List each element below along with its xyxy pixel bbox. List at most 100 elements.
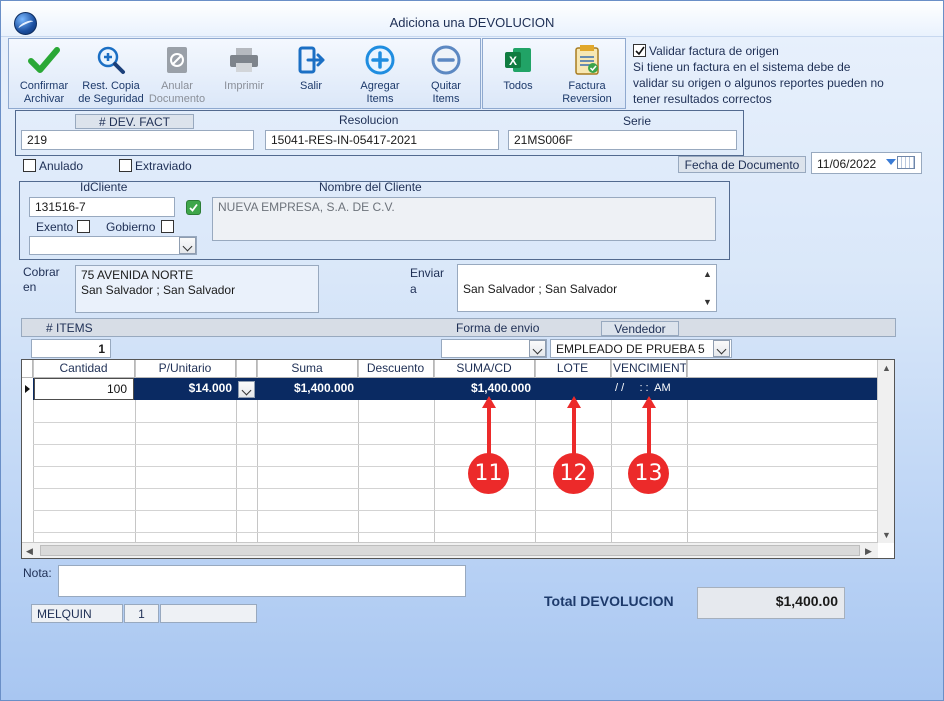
cell-cantidad[interactable]: 100 xyxy=(34,378,134,400)
scroll-down-icon[interactable]: ▼ xyxy=(882,530,891,540)
add-items-button[interactable]: Agregar Items xyxy=(349,39,411,108)
cobrar-label: Cobrar en xyxy=(23,265,60,294)
validate-invoice-checkbox[interactable] xyxy=(633,44,646,57)
col-suma[interactable]: Suma xyxy=(257,360,358,378)
price-dropdown-icon[interactable] xyxy=(238,381,255,398)
restore-label: Rest. Copia de Seguridad xyxy=(78,80,144,105)
calendar-icon[interactable] xyxy=(897,156,915,169)
resolucion-field[interactable]: 15041-RES-IN-05417-2021 xyxy=(265,130,499,150)
scroll-up-icon[interactable]: ▲ xyxy=(703,269,712,279)
client-name-label: Nombre del Cliente xyxy=(319,180,422,194)
excel-icon: X xyxy=(502,45,534,75)
marker-11: 11 xyxy=(468,453,509,494)
vendedor-select[interactable]: EMPLEADO DE PRUEBA 5 xyxy=(550,339,732,358)
scroll-down-icon[interactable]: ▼ xyxy=(703,297,712,307)
resolucion-label: Resolucion xyxy=(339,113,399,127)
enviar-address-value: San Salvador ; San Salvador xyxy=(463,282,618,296)
cell-punitario[interactable]: $14.000 xyxy=(135,378,236,400)
checkmark-icon xyxy=(635,46,645,56)
col-cantidad[interactable]: Cantidad xyxy=(33,360,135,378)
forma-envio-label: Forma de envio xyxy=(456,321,540,335)
print-label: Imprimir xyxy=(224,80,264,92)
reversal-invoice-button[interactable]: Factura Reversion xyxy=(553,39,621,108)
items-grid[interactable]: Cantidad P/Unitario Suma Descuento SUMA/… xyxy=(21,359,895,559)
reversal-invoice-label: Factura Reversion xyxy=(562,80,612,105)
col-sumacd[interactable]: SUMA/CD xyxy=(434,360,535,378)
zoom-plus-icon xyxy=(95,45,127,75)
minus-circle-icon xyxy=(430,45,462,75)
total-label: Total DEVOLUCION xyxy=(544,593,674,609)
client-type-select[interactable] xyxy=(29,236,197,255)
remove-items-button[interactable]: Quitar Items xyxy=(415,39,477,108)
extraviado-checkbox[interactable] xyxy=(119,159,132,172)
print-button[interactable]: Imprimir xyxy=(214,39,274,108)
client-verified-icon[interactable] xyxy=(186,200,201,215)
invoice-ccf-icon xyxy=(571,45,603,75)
exit-label: Salir xyxy=(299,80,322,92)
restore-backup-button[interactable]: Rest. Copia de Seguridad xyxy=(77,39,145,108)
void-document-icon xyxy=(161,45,193,75)
add-items-label: Agregar Items xyxy=(360,80,400,105)
col-lote[interactable]: LOTE xyxy=(535,360,611,378)
col-vencimiento[interactable]: VENCIMIENTO xyxy=(611,360,687,378)
export-all-label: Todos xyxy=(503,80,533,92)
void-document-button[interactable]: Anular Documento xyxy=(147,39,207,108)
toolbar-main: Confirmar Archivar Rest. Copia de Seguri… xyxy=(8,38,481,109)
validate-invoice-label: Validar factura de origen xyxy=(649,44,779,58)
nota-field[interactable] xyxy=(58,565,466,597)
anulado-checkbox[interactable] xyxy=(23,159,36,172)
remove-items-label: Quitar Items xyxy=(431,80,461,105)
col-descuento[interactable]: Descuento xyxy=(358,360,434,378)
window-title: Adiciona una DEVOLUCION xyxy=(389,15,555,30)
checkmark-icon xyxy=(28,45,60,75)
gobierno-checkbox[interactable] xyxy=(161,220,174,233)
client-id-label: IdCliente xyxy=(80,180,128,194)
confirm-button[interactable]: Confirmar Archivar xyxy=(12,39,76,108)
validate-note: Si tiene un factura en el sistema debe d… xyxy=(633,60,884,106)
grid-vertical-scrollbar[interactable]: ▲ ▼ xyxy=(877,360,894,543)
marker-12: 12 xyxy=(553,453,594,494)
export-all-button[interactable]: X Todos xyxy=(487,39,549,108)
dev-fact-number-field[interactable]: 219 xyxy=(21,130,254,150)
enviar-label: Enviar a xyxy=(410,266,445,296)
vendedor-dropdown-icon[interactable] xyxy=(713,340,730,357)
vendedor-label: Vendedor xyxy=(601,321,679,336)
scroll-left-icon[interactable]: ◀ xyxy=(26,546,33,556)
items-count-field: 1 xyxy=(31,339,111,358)
cell-vencimiento[interactable]: / / : : AM xyxy=(611,378,711,400)
plus-circle-icon xyxy=(364,45,396,75)
col-blank xyxy=(236,360,257,378)
document-date-value: 11/06/2022 xyxy=(817,157,877,171)
client-id-field[interactable]: 131516-7 xyxy=(29,197,175,217)
toolbar-reports: X Todos Factura Reversion xyxy=(482,38,626,109)
marker-13: 13 xyxy=(628,453,669,494)
enviar-address-field[interactable]: San Salvador ; San Salvador xyxy=(457,264,717,312)
scroll-thumb[interactable] xyxy=(40,545,860,556)
confirm-label: Confirmar Archivar xyxy=(19,80,69,105)
grid-horizontal-scrollbar[interactable]: ◀ ▶ xyxy=(22,542,878,558)
document-date-label: Fecha de Documento xyxy=(678,156,806,173)
void-label: Anular Documento xyxy=(148,80,206,105)
dev-fact-header: # DEV. FACT xyxy=(75,114,194,129)
col-filler xyxy=(687,360,878,378)
extraviado-label: Extraviado xyxy=(135,159,192,173)
cell-descuento[interactable] xyxy=(358,378,434,400)
serie-field[interactable]: 21MS006F xyxy=(508,130,737,150)
cobrar-address-field[interactable]: 75 AVENIDA NORTE San Salvador ; San Salv… xyxy=(75,265,319,313)
client-type-dropdown-icon[interactable] xyxy=(179,237,196,254)
scroll-right-icon[interactable]: ▶ xyxy=(865,546,872,556)
total-value: $1,400.00 xyxy=(697,587,845,619)
exento-checkbox[interactable] xyxy=(77,220,90,233)
scroll-up-icon[interactable]: ▲ xyxy=(882,363,891,373)
date-dropdown-icon[interactable] xyxy=(886,159,896,165)
client-name-field[interactable]: NUEVA EMPRESA, S.A. DE C.V. xyxy=(212,197,716,241)
current-row-icon xyxy=(25,385,30,393)
exit-button[interactable]: Salir xyxy=(281,39,341,108)
app-window: Adiciona una DEVOLUCION Confirmar Archiv… xyxy=(0,0,944,701)
nota-label: Nota: xyxy=(23,566,52,580)
cell-suma[interactable]: $1,400.000 xyxy=(257,378,358,400)
col-punitario[interactable]: P/Unitario xyxy=(135,360,236,378)
footer-extra xyxy=(160,604,257,623)
printer-icon xyxy=(228,45,260,75)
forma-envio-dropdown-icon[interactable] xyxy=(529,340,546,357)
